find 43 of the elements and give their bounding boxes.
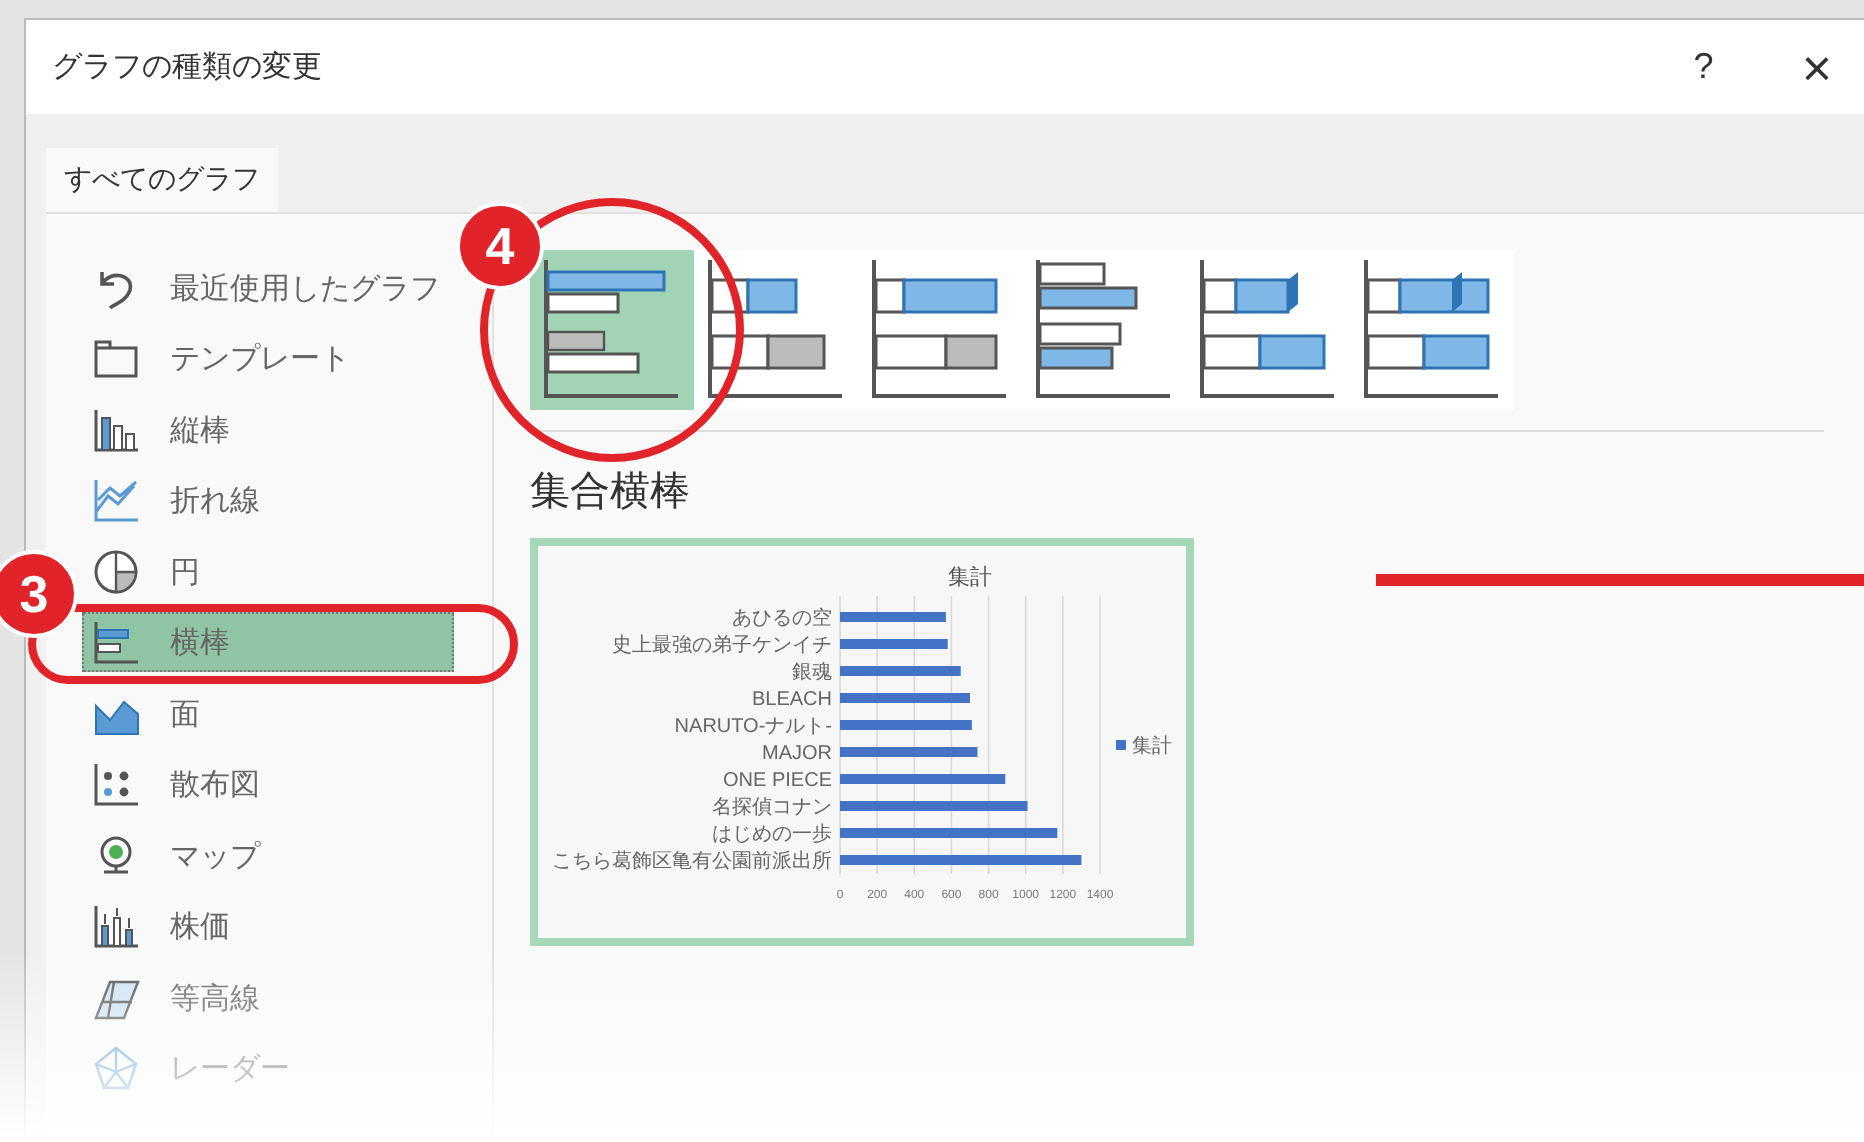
tab[interactable]: すべてのグラフ [46, 148, 278, 212]
chart-type-item[interactable]: 株価 [82, 896, 454, 957]
category-label: 銀魂 [792, 662, 832, 684]
line-chart-icon [90, 476, 142, 525]
chart-type-item[interactable]: 最近使用したグラフ [82, 257, 454, 318]
stock-chart-icon [90, 902, 142, 951]
pie-chart-icon [90, 547, 142, 596]
bar-chart-icon [90, 618, 142, 667]
bar [840, 612, 946, 622]
bar [840, 639, 948, 649]
chart-type-item[interactable]: 等高線 [82, 967, 454, 1028]
category-label: MAJOR [762, 743, 832, 765]
bar [840, 720, 972, 730]
chart-subtype-option[interactable] [530, 250, 694, 410]
chart-type-item[interactable]: 散布図 [82, 754, 454, 815]
category-label: 史上最強の弟子ケンイチ [612, 635, 832, 657]
category-label: NARUTO-ナルト- [674, 716, 832, 738]
category-label: 名探偵コナン [712, 797, 832, 819]
chart-type-item[interactable]: 面 [82, 683, 454, 744]
radar-chart-icon [90, 1044, 142, 1093]
help-button[interactable]: ? [1685, 40, 1722, 94]
category-label: BLEACH [751, 689, 832, 711]
chart-type-item[interactable]: 横棒 [82, 612, 454, 673]
category-label: こちら葛飾区亀有公園前派出所 [552, 851, 832, 873]
legend-label: 集計 [1132, 736, 1172, 758]
chart-type-item[interactable]: 円 [82, 541, 454, 602]
chart-type-item[interactable]: 縦棒 [82, 399, 454, 460]
chart-title: 集計 [948, 566, 992, 590]
chart-type-item[interactable]: マップ [82, 825, 454, 886]
category-label: ONE PIECE [723, 770, 832, 792]
bar [840, 666, 961, 676]
bar [840, 693, 970, 703]
chart-type-item[interactable]: テンプレート [82, 328, 454, 389]
bar [840, 747, 978, 757]
subtype-heading: 集合横棒 [530, 464, 690, 518]
column-chart-icon [90, 405, 142, 454]
category-label: はじめの一歩 [712, 824, 832, 846]
legend-swatch [1116, 740, 1126, 750]
window-title: グラフの種類の変更 [52, 46, 322, 89]
chart-type-item[interactable]: 折れ線 [82, 470, 454, 531]
category-label: あひるの空 [732, 608, 832, 630]
scatter-chart-icon [90, 760, 142, 809]
close-button[interactable]: × [1793, 41, 1840, 93]
